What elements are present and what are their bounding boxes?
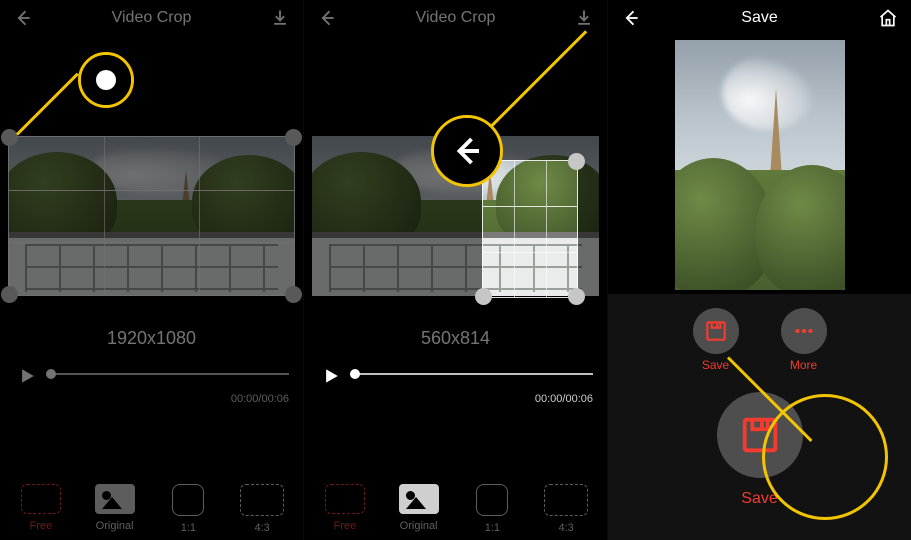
back-arrow-icon	[449, 133, 485, 169]
aspect-ratio-bar: Free Original 1:1 4:3	[0, 478, 303, 540]
save-panel: Save More Save	[608, 294, 911, 540]
timeline[interactable]: 00:00/00:06	[14, 363, 289, 399]
screen-crop-initial: Video Crop 1920	[0, 0, 304, 540]
aspect-4-3[interactable]: 4:3	[225, 484, 299, 534]
crop-preview[interactable]	[8, 42, 295, 222]
save-icon	[703, 318, 729, 344]
aspect-label: Original	[96, 520, 134, 532]
aspect-free[interactable]: Free	[4, 484, 78, 534]
play-icon[interactable]	[14, 363, 40, 389]
screen-crop-adjusted: Video Crop 560x	[304, 0, 608, 540]
aspect-label: 1:1	[181, 522, 196, 534]
aspect-1-1[interactable]: 1:1	[152, 484, 226, 534]
screen-title: Video Crop	[36, 9, 267, 27]
timeline-thumb[interactable]	[350, 369, 360, 379]
screen-title: Video Crop	[340, 9, 571, 27]
back-icon[interactable]	[10, 5, 36, 31]
timeline-track[interactable]	[46, 373, 289, 375]
aspect-original[interactable]: Original	[382, 484, 456, 534]
topbar: Video Crop	[304, 0, 607, 36]
play-icon[interactable]	[318, 363, 344, 389]
timeline-thumb[interactable]	[46, 369, 56, 379]
aspect-label: Free	[334, 520, 357, 532]
tutorial-highlight-download-fill	[434, 118, 500, 184]
timeline[interactable]: 00:00/00:06	[318, 363, 593, 399]
back-icon[interactable]	[314, 5, 340, 31]
aspect-label: Free	[30, 520, 53, 532]
screen-save: Save Save	[608, 0, 911, 540]
timecode: 00:00/00:06	[231, 393, 289, 405]
home-icon[interactable]	[875, 5, 901, 31]
aspect-label: 1:1	[485, 522, 500, 534]
save-button-large[interactable]	[717, 392, 803, 478]
topbar: Save	[608, 0, 911, 36]
aspect-free[interactable]: Free	[308, 484, 382, 534]
more-button[interactable]: More	[781, 308, 827, 372]
screen-title: Save	[644, 9, 875, 27]
tutorial-highlight-handle-fill	[81, 55, 131, 105]
save-button-large-label: Save	[741, 490, 777, 508]
download-icon[interactable]	[571, 5, 597, 31]
save-button-small[interactable]: Save	[693, 308, 739, 372]
aspect-original[interactable]: Original	[78, 484, 152, 534]
timeline-track[interactable]	[350, 373, 593, 375]
timecode: 00:00/00:06	[535, 393, 593, 405]
aspect-label: 4:3	[558, 522, 573, 534]
aspect-4-3[interactable]: 4:3	[529, 484, 603, 534]
result-preview	[608, 40, 911, 290]
aspect-label: Original	[400, 520, 438, 532]
save-icon	[737, 412, 783, 458]
topbar: Video Crop	[0, 0, 303, 36]
download-icon[interactable]	[267, 5, 293, 31]
more-button-label: More	[790, 358, 817, 372]
save-button-label: Save	[702, 358, 729, 372]
more-icon	[791, 318, 817, 344]
back-icon[interactable]	[618, 5, 644, 31]
dimensions-label: 1920x1080	[0, 328, 303, 349]
aspect-1-1[interactable]: 1:1	[456, 484, 530, 534]
dimensions-label: 560x814	[304, 328, 607, 349]
crop-handle-icon	[96, 70, 116, 90]
aspect-ratio-bar: Free Original 1:1 4:3	[304, 478, 607, 540]
aspect-label: 4:3	[254, 522, 269, 534]
